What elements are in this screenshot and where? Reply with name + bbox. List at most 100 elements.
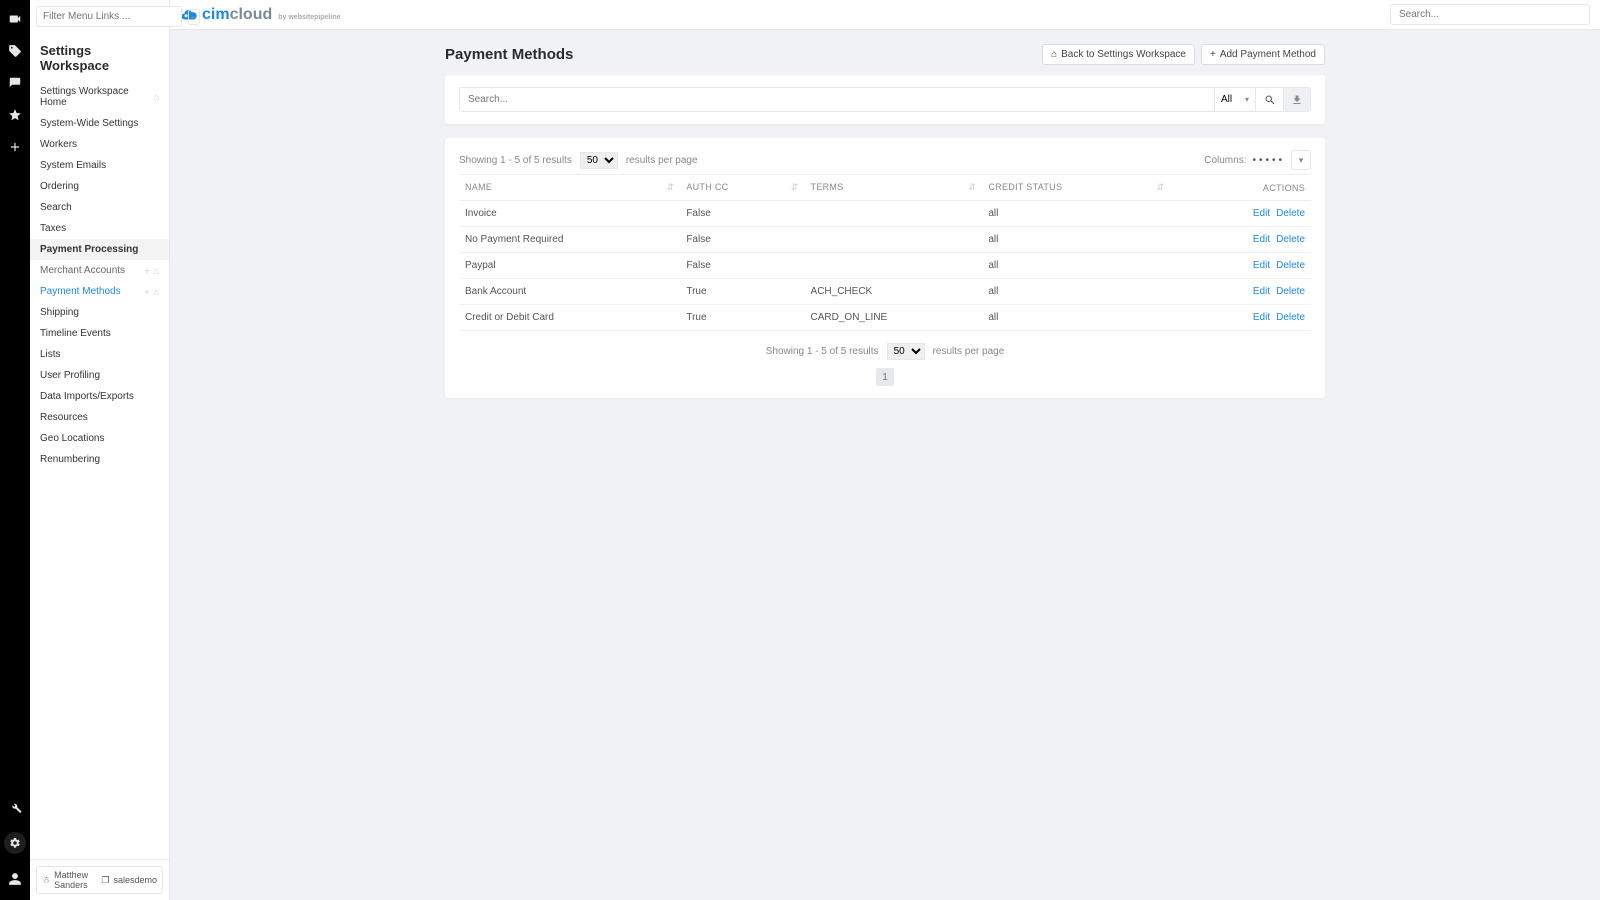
sidebar-item[interactable]: Resources — [30, 407, 169, 428]
camera-icon[interactable] — [8, 12, 22, 26]
col-terms[interactable]: TERMS⇵ — [805, 175, 983, 201]
plus-icon[interactable] — [8, 140, 22, 154]
delete-link[interactable]: Delete — [1276, 286, 1305, 297]
sidebar-title: Settings Workspace — [30, 33, 169, 81]
col-authcc[interactable]: AUTH CC⇵ — [680, 175, 804, 201]
cell-authcc: False — [680, 227, 804, 253]
filter-menu-input[interactable] — [36, 6, 182, 27]
delete-link[interactable]: Delete — [1276, 208, 1305, 219]
sidebar-item[interactable]: Renumbering — [30, 449, 169, 470]
cell-authcc: False — [680, 201, 804, 227]
sidebar-nav: Settings Workspace Home⌂System-Wide Sett… — [30, 81, 169, 859]
export-button[interactable] — [1283, 87, 1311, 112]
cell-terms — [805, 227, 983, 253]
per-page-select-top[interactable]: 50 — [580, 152, 618, 169]
edit-link[interactable]: Edit — [1253, 260, 1270, 271]
sidebar-item[interactable]: Taxes — [30, 218, 169, 239]
logo-part1: cim — [202, 6, 230, 23]
table-card: Showing 1 - 5 of 5 results 50 results pe… — [445, 138, 1325, 398]
edit-link[interactable]: Edit — [1253, 312, 1270, 323]
results-summary-bottom: Showing 1 - 5 of 5 results — [766, 346, 879, 357]
sidebar-item[interactable]: Ordering — [30, 176, 169, 197]
sidebar-item[interactable]: Data Imports/Exports — [30, 386, 169, 407]
home-icon: ⌂ — [1051, 49, 1057, 60]
scope-select[interactable]: All ▾ — [1214, 87, 1255, 112]
sidebar-item[interactable]: Lists — [30, 344, 169, 365]
sidebar-item-label: Ordering — [40, 181, 79, 192]
back-to-workspace-button[interactable]: ⌂ Back to Settings Workspace — [1042, 44, 1195, 65]
delete-link[interactable]: Delete — [1276, 234, 1305, 245]
sub-actions[interactable]: +⌂ — [144, 266, 159, 276]
global-search-input[interactable] — [1390, 4, 1590, 25]
note-icon[interactable] — [8, 76, 22, 90]
table-row: InvoiceFalseallEditDelete — [459, 201, 1311, 227]
sidebar-item[interactable]: Payment Methods+⌂ — [30, 281, 169, 302]
logo-subtitle: by websitepipeline — [278, 14, 340, 21]
edit-link[interactable]: Edit — [1253, 234, 1270, 245]
sidebar-item[interactable]: System-Wide Settings — [30, 113, 169, 134]
page-title: Payment Methods — [445, 46, 573, 63]
search-card: All ▾ — [445, 75, 1325, 124]
cell-terms: ACH_CHECK — [805, 279, 983, 305]
table-row: Bank AccountTrueACH_CHECKallEditDelete — [459, 279, 1311, 305]
user-chip[interactable]: ☃ Matthew Sanders ❒ salesdemo — [36, 866, 163, 894]
cell-terms — [805, 201, 983, 227]
sidebar-item[interactable]: Payment Processing — [30, 239, 169, 260]
edit-link[interactable]: Edit — [1253, 286, 1270, 297]
table-row: No Payment RequiredFalseallEditDelete — [459, 227, 1311, 253]
table-search-input[interactable] — [459, 87, 1214, 112]
sidebar-item-label: User Profiling — [40, 370, 100, 381]
per-page-select-bottom[interactable]: 50 — [887, 343, 925, 360]
icon-rail — [0, 0, 30, 900]
add-payment-method-button[interactable]: + Add Payment Method — [1201, 44, 1325, 65]
columns-dots-icon[interactable]: ••••• — [1252, 155, 1285, 166]
page-1[interactable]: 1 — [876, 368, 894, 386]
user-icon[interactable] — [8, 872, 22, 886]
sidebar-item-label: Timeline Events — [40, 328, 111, 339]
gear-icon[interactable] — [4, 832, 26, 854]
tag-icon[interactable] — [8, 44, 22, 58]
col-name[interactable]: NAME⇵ — [459, 175, 680, 201]
edit-link[interactable]: Edit — [1253, 208, 1270, 219]
sort-icon: ⇵ — [969, 182, 977, 193]
search-button[interactable] — [1255, 87, 1283, 112]
delete-link[interactable]: Delete — [1276, 312, 1305, 323]
sidebar: ← Settings Workspace Settings Workspace … — [30, 0, 170, 900]
cell-terms: CARD_ON_LINE — [805, 305, 983, 331]
sidebar-item[interactable]: Shipping — [30, 302, 169, 323]
sidebar-item[interactable]: Search — [30, 197, 169, 218]
per-page-suffix-bottom: results per page — [933, 346, 1005, 357]
table-row: Credit or Debit CardTrueCARD_ON_LINEallE… — [459, 305, 1311, 331]
sidebar-item[interactable]: Workers — [30, 134, 169, 155]
results-summary-top: Showing 1 - 5 of 5 results — [459, 155, 572, 166]
pager: 1 — [459, 368, 1311, 386]
sidebar-item-label: System Emails — [40, 160, 106, 171]
sidebar-item-label: Payment Processing — [40, 244, 138, 255]
logo[interactable]: cimcloud by websitepipeline — [180, 6, 341, 24]
cell-credit: all — [982, 305, 1170, 331]
cell-credit: all — [982, 279, 1170, 305]
cell-actions: Edit Delete — [1170, 201, 1311, 227]
back-arrow-button[interactable]: ← — [188, 9, 200, 25]
sidebar-item-label: Workers — [40, 139, 77, 150]
sub-actions[interactable]: +⌂ — [144, 287, 159, 297]
star-icon[interactable] — [8, 108, 22, 122]
home-icon: ⌂ — [154, 92, 159, 102]
sidebar-item[interactable]: System Emails — [30, 155, 169, 176]
col-actions: ACTIONS — [1170, 175, 1311, 201]
delete-link[interactable]: Delete — [1276, 260, 1305, 271]
sidebar-item-label: Lists — [40, 349, 61, 360]
sidebar-item[interactable]: Settings Workspace Home⌂ — [30, 81, 169, 113]
col-credit[interactable]: CREDIT STATUS⇵ — [982, 175, 1170, 201]
sidebar-item[interactable]: Geo Locations — [30, 428, 169, 449]
sidebar-item[interactable]: Merchant Accounts+⌂ — [30, 260, 169, 281]
sidebar-item-label: Renumbering — [40, 454, 100, 465]
wrench-icon[interactable] — [8, 800, 22, 814]
add-label: Add Payment Method — [1220, 49, 1316, 60]
search-icon — [1264, 94, 1276, 106]
env-name: salesdemo — [113, 875, 157, 885]
sidebar-item-label: Taxes — [40, 223, 66, 234]
columns-dropdown-toggle[interactable]: ▾ — [1291, 150, 1311, 170]
sidebar-item[interactable]: User Profiling — [30, 365, 169, 386]
sidebar-item[interactable]: Timeline Events — [30, 323, 169, 344]
